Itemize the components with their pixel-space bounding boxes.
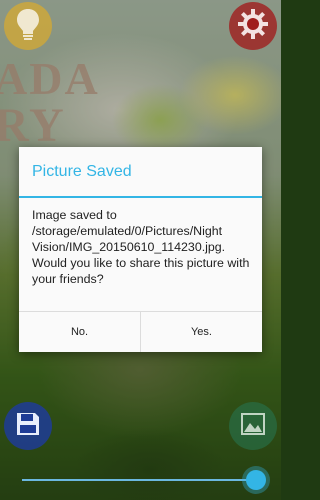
dialog-title: Picture Saved: [19, 147, 262, 198]
dialog-button-bar: No. Yes.: [19, 311, 262, 352]
picture-saved-dialog: Picture Saved Image saved to /storage/em…: [19, 147, 262, 352]
yes-button[interactable]: Yes.: [140, 312, 262, 352]
dialog-message: Image saved to /storage/emulated/0/Pictu…: [32, 208, 250, 286]
no-button[interactable]: No.: [19, 312, 140, 352]
